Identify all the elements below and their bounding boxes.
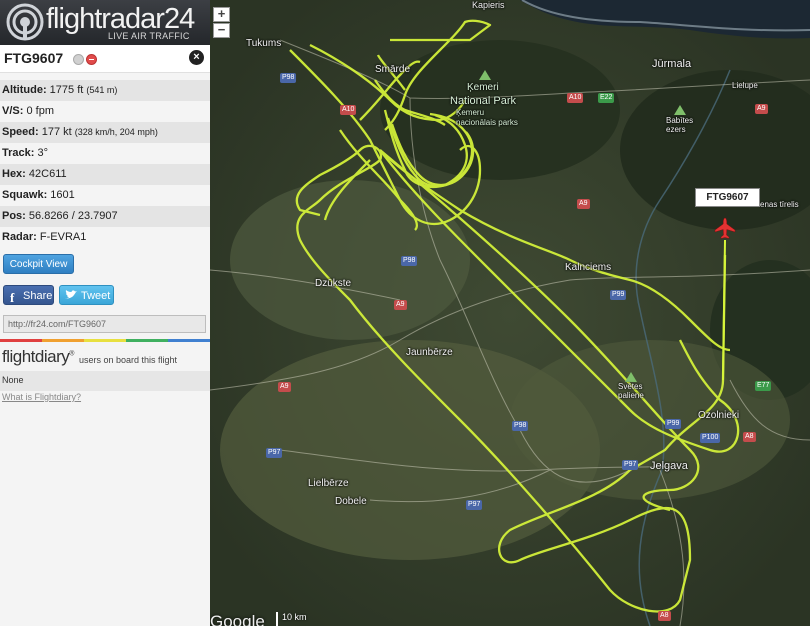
aircraft-label[interactable]: FTG9607 bbox=[695, 188, 760, 207]
road-shield: P100 bbox=[700, 433, 721, 443]
share-label: Share bbox=[23, 290, 53, 302]
place-label: Jelgava bbox=[650, 460, 688, 472]
close-icon[interactable]: × bbox=[189, 50, 204, 65]
info-extra: (541 m) bbox=[86, 85, 118, 95]
info-row-altitude: Altitude: 1775 ft (541 m) bbox=[0, 80, 210, 101]
place-label: National Park bbox=[450, 95, 517, 107]
road-shield: E77 bbox=[755, 381, 772, 391]
farmland-area bbox=[230, 180, 470, 340]
color-divider bbox=[0, 339, 210, 342]
place-label: Jaunbērze bbox=[406, 347, 453, 358]
road-shield: P98 bbox=[512, 421, 529, 431]
place-label: Babītes ezers bbox=[666, 116, 694, 134]
info-row-pos: Pos: 56.8266 / 23.7907 bbox=[0, 206, 210, 227]
info-value: 56.8266 / 23.7907 bbox=[28, 210, 118, 222]
facebook-icon: f bbox=[10, 290, 15, 305]
info-row-speed: Speed: 177 kt (328 km/h, 204 mph) bbox=[0, 122, 210, 143]
place-label: Tukums bbox=[246, 38, 282, 49]
place-label: Ozolnieki bbox=[698, 410, 740, 421]
road-shield: A10 bbox=[567, 93, 584, 103]
road-shield: P99 bbox=[610, 290, 627, 300]
info-value: 177 kt bbox=[41, 126, 72, 138]
place-label: Lielupe bbox=[732, 81, 758, 90]
flightdiary-users-value: None bbox=[2, 375, 24, 385]
info-label: Pos: bbox=[2, 210, 26, 222]
info-label: Hex: bbox=[2, 168, 26, 180]
road-shield: P98 bbox=[280, 73, 297, 83]
facebook-share-button[interactable]: f Share bbox=[3, 285, 54, 305]
flight-info-panel: FTG9607 × Altitude: 1775 ft (541 m) V/S:… bbox=[0, 45, 210, 626]
info-label: Track: bbox=[2, 147, 35, 159]
place-label: Lielbērze bbox=[308, 478, 349, 489]
road-shield: P97 bbox=[466, 500, 483, 510]
info-extra: (328 km/h, 204 mph) bbox=[74, 127, 158, 137]
google-attribution: Google bbox=[210, 612, 265, 626]
road-shield: A9 bbox=[577, 199, 590, 209]
flightdiary-tagline: users on board this flight bbox=[79, 355, 178, 365]
flightdiary-users-row: None bbox=[0, 371, 210, 391]
tweet-label: Tweet bbox=[81, 290, 111, 302]
info-value: 1775 ft bbox=[49, 84, 84, 96]
info-row-radar: Radar: F-EVRA1 bbox=[0, 227, 210, 248]
flightdiary-logo-text: flightdiary bbox=[2, 347, 70, 366]
info-label: Speed: bbox=[2, 126, 39, 138]
cockpit-view-button[interactable]: Cockpit View bbox=[3, 254, 74, 274]
zoom-in-button[interactable]: + bbox=[213, 7, 230, 22]
map-canvas[interactable] bbox=[210, 0, 810, 626]
logo-bar: flightradar24 LIVE AIR TRAFFIC bbox=[0, 0, 210, 45]
share-url-field[interactable] bbox=[3, 315, 206, 333]
info-row-squawk: Squawk: 1601 bbox=[0, 185, 210, 206]
road-shield: E22 bbox=[598, 93, 615, 103]
radar-logo-icon bbox=[6, 3, 44, 41]
map-view[interactable]: + − Kapieris Tukums Smārde Jūrmala Lielu… bbox=[210, 0, 810, 626]
place-label: Kapieris bbox=[472, 0, 505, 10]
road-shield: P97 bbox=[266, 448, 283, 458]
info-row-hex: Hex: 42C611 bbox=[0, 164, 210, 185]
info-value: F-EVRA1 bbox=[39, 231, 87, 243]
place-label: Svētes paliene bbox=[618, 382, 644, 400]
twitter-bird-icon bbox=[65, 290, 77, 299]
flight-title-row: FTG9607 × bbox=[0, 45, 210, 73]
place-label: Kalnciems bbox=[565, 262, 612, 273]
info-label: V/S: bbox=[2, 105, 24, 117]
zoom-out-button[interactable]: − bbox=[213, 23, 230, 38]
place-label: Dzūkste bbox=[315, 278, 352, 289]
what-is-flightdiary-link[interactable]: What is Flightdiary? bbox=[2, 392, 81, 402]
place-label: Jūrmala bbox=[652, 58, 692, 70]
info-label: Radar: bbox=[2, 231, 37, 243]
info-value: 3° bbox=[37, 147, 49, 159]
info-label: Squawk: bbox=[2, 189, 48, 201]
road-shield: A8 bbox=[743, 432, 756, 442]
place-label: enas tīrelis bbox=[760, 200, 799, 209]
farmland-area bbox=[510, 340, 790, 500]
flight-callsign: FTG9607 bbox=[4, 50, 64, 66]
map-scale: 10 km bbox=[276, 612, 316, 626]
place-label: Smārde bbox=[375, 64, 411, 75]
info-row-vs: V/S: 0 fpm bbox=[0, 101, 210, 122]
road-shield: A9 bbox=[394, 300, 407, 310]
road-shield: P99 bbox=[665, 419, 682, 429]
road-shield: P98 bbox=[401, 256, 418, 266]
road-shield: A9 bbox=[278, 382, 291, 392]
place-label: Ķemeri bbox=[467, 82, 499, 93]
tweet-button[interactable]: Tweet bbox=[59, 285, 114, 305]
info-value: 1601 bbox=[50, 189, 75, 201]
place-label: Ķemeru nacionālais parks bbox=[456, 108, 518, 127]
road-shield: P97 bbox=[622, 460, 639, 470]
road-shield: A10 bbox=[340, 105, 357, 115]
info-row-track: Track: 3° bbox=[0, 143, 210, 164]
road-shield: A8 bbox=[658, 611, 671, 621]
place-label: Dobele bbox=[335, 496, 367, 507]
info-label: Altitude: bbox=[2, 84, 47, 96]
remove-icon[interactable] bbox=[86, 54, 97, 65]
info-value: 0 fpm bbox=[26, 105, 54, 117]
info-value: 42C611 bbox=[28, 168, 67, 180]
logo-subtitle: LIVE AIR TRAFFIC bbox=[108, 31, 190, 41]
road-shield: A9 bbox=[755, 104, 768, 114]
flightdiary-logo: flightdiary® bbox=[2, 347, 74, 366]
info-icon[interactable] bbox=[73, 54, 84, 65]
